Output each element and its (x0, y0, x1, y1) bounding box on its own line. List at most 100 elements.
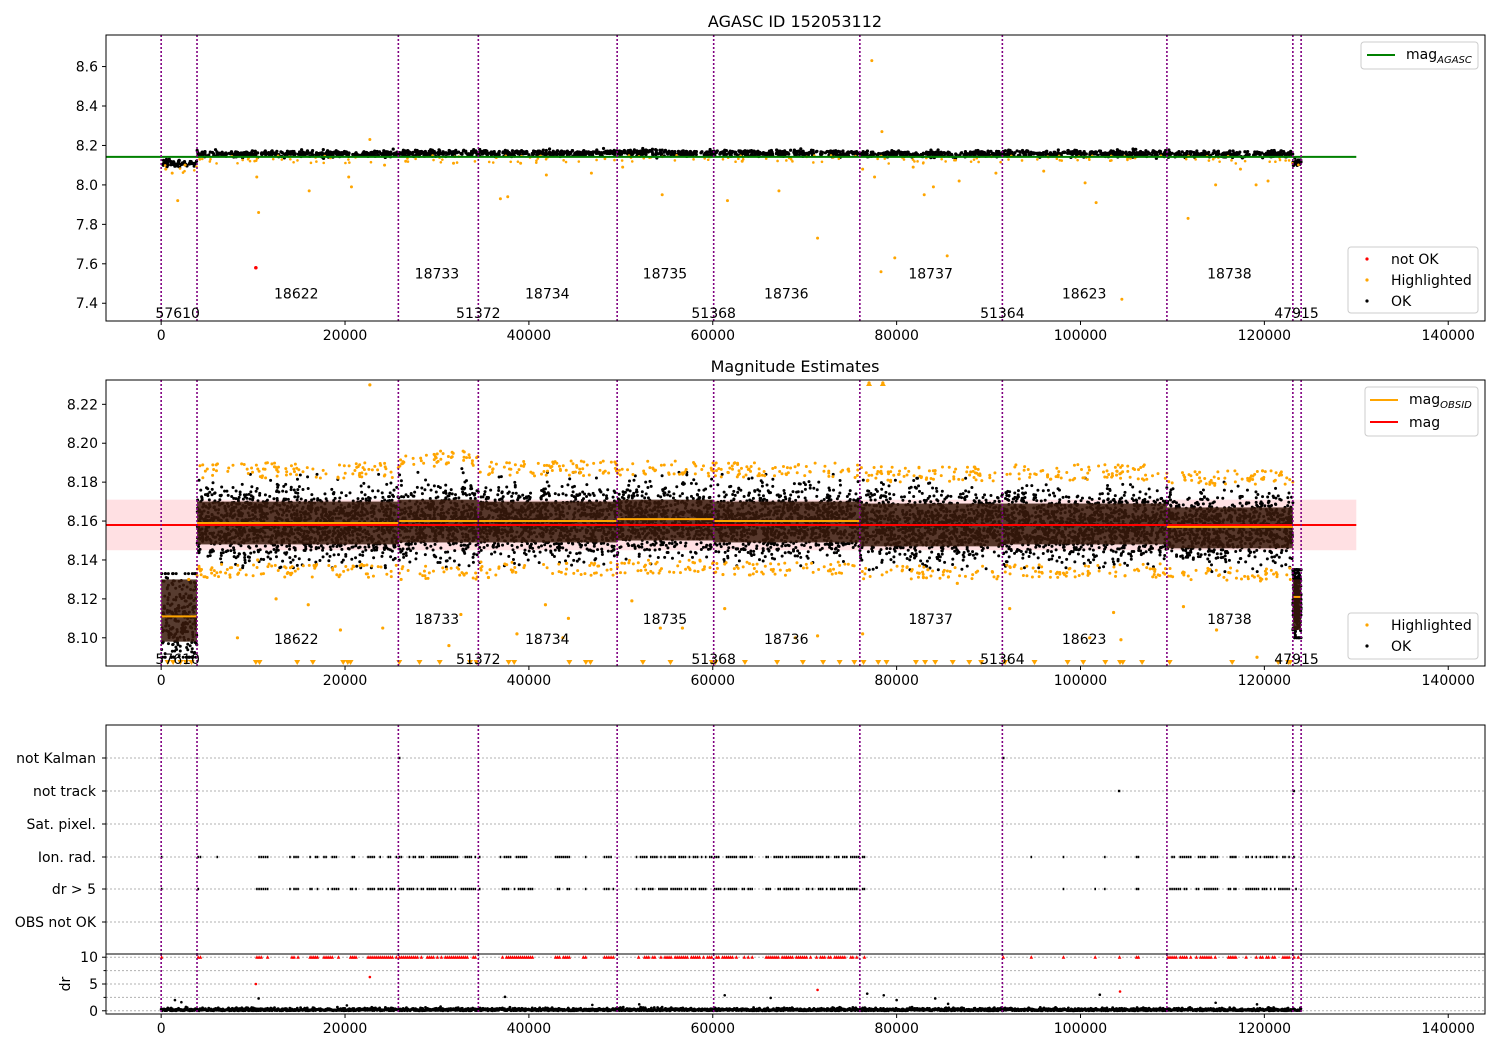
ok-point (1032, 151, 1037, 155)
highlighted-point (1297, 163, 1300, 167)
ok-point (438, 561, 442, 565)
ok-point (1154, 152, 1158, 156)
ok-point (832, 150, 836, 154)
highlighted-point (620, 159, 624, 162)
highlighted-point (535, 159, 538, 162)
ok-point (254, 489, 258, 493)
ok-point (667, 151, 671, 155)
highlighted-point (369, 160, 373, 164)
ok-point (501, 150, 505, 154)
ok-point (423, 543, 427, 547)
highlighted-point (406, 160, 410, 163)
figure: AGASC ID 152053112 576101862218733513721… (15, 12, 1486, 1037)
ok-point (169, 160, 173, 164)
ok-point (670, 149, 674, 154)
ok-point (439, 556, 443, 560)
ok-point (249, 494, 253, 498)
ok-point (507, 152, 511, 156)
ok-point (639, 149, 643, 153)
ok-point (490, 552, 494, 556)
ok-point (169, 163, 173, 167)
ok-point (362, 152, 366, 156)
ok-point (517, 563, 521, 567)
y-tick-label: 8.0 (76, 178, 98, 194)
ok-point (1097, 149, 1102, 153)
obsid-annotation: 47915 (1274, 306, 1319, 322)
ok-point (515, 545, 519, 549)
ok-point (438, 152, 442, 156)
highlighted-point (307, 189, 311, 193)
ok-point (332, 491, 336, 495)
ok-point (1081, 152, 1085, 156)
ok-point (429, 544, 433, 548)
ok-point (538, 550, 542, 554)
ok-point (431, 548, 435, 552)
ok-point (573, 151, 577, 156)
highlighted-point (1234, 162, 1238, 165)
highlighted-point (577, 160, 581, 163)
highlighted-point (1274, 160, 1277, 164)
ok-point (527, 549, 531, 553)
ok-point (453, 493, 457, 497)
ok-point (373, 548, 377, 552)
ok-point (600, 550, 604, 554)
ok-point (622, 150, 627, 154)
ok-point (183, 572, 187, 576)
ok-point (404, 150, 408, 155)
ok-point (207, 498, 211, 502)
ok-point (501, 543, 505, 547)
ok-point (331, 544, 335, 548)
ok-points (160, 467, 1303, 659)
ok-point (597, 150, 602, 155)
ok-point (906, 150, 910, 154)
ok-point (963, 149, 968, 154)
ok-point (318, 559, 322, 563)
ok-point (304, 545, 308, 549)
ok-point (350, 557, 354, 561)
highlighted-point (1207, 159, 1211, 162)
ok-point (215, 150, 219, 154)
highlighted-point (887, 162, 891, 165)
ok-point (247, 545, 251, 549)
ok-point (251, 498, 255, 502)
obsid-annotation: 18735 (643, 267, 688, 283)
ok-point (585, 483, 589, 487)
ok-point (226, 493, 230, 497)
highlighted-point (368, 138, 372, 142)
ok-point (606, 549, 610, 553)
ok-point (391, 493, 395, 497)
ok-point (1147, 152, 1151, 156)
ok-point (325, 552, 329, 556)
obsid-annotation: 18738 (1207, 267, 1252, 283)
ok-point (1062, 150, 1067, 154)
ok-point (361, 550, 365, 554)
highlighted-point (777, 189, 781, 193)
highlighted-point (383, 163, 387, 167)
ok-point (263, 544, 267, 548)
ok-point (600, 547, 604, 551)
highlighted-point (879, 270, 883, 274)
ok-point (166, 572, 170, 576)
ok-point (370, 548, 374, 552)
ok-point (996, 149, 1000, 154)
ok-point (219, 554, 223, 558)
ok-point (247, 559, 251, 563)
ok-point (1252, 152, 1256, 157)
ok-point (436, 484, 440, 488)
ok-point (1158, 149, 1162, 153)
ok-point (423, 553, 427, 557)
highlighted-point (613, 158, 616, 162)
highlighted-point (725, 199, 729, 203)
ok-point (404, 551, 408, 555)
highlighted-point (1126, 158, 1129, 162)
ok-point (1143, 151, 1147, 155)
ok-point (276, 548, 280, 552)
panel-agasc-plot-area: 5761018622187335137218734187355136818736… (106, 35, 1357, 322)
ok-point (388, 491, 392, 495)
ok-point (1289, 152, 1293, 156)
ok-point (338, 496, 342, 500)
ok-point (428, 149, 432, 153)
ok-point (413, 490, 417, 494)
ok-point (740, 151, 745, 156)
highlighted-point (487, 160, 491, 164)
